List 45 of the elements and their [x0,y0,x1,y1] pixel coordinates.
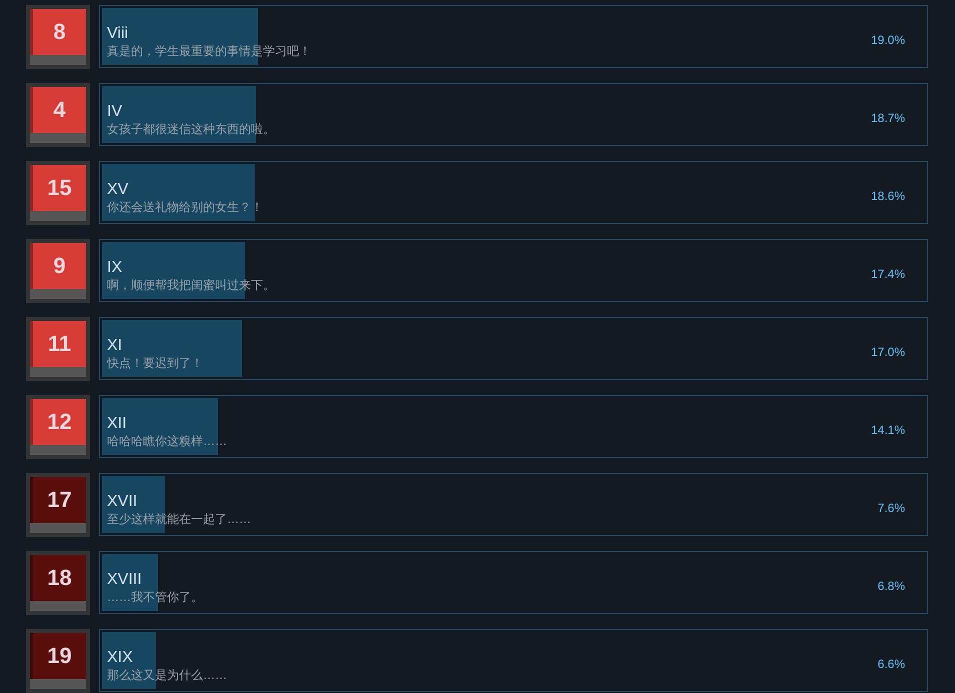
achievement-description: 至少这样就能在一起了…… [107,512,252,527]
achievement-title: IV [107,102,124,122]
achievement-description: 女孩子都很迷信这种东西的啦。 [107,122,276,137]
unlock-percentage: 18.6% [870,188,905,205]
badge-stripe [30,367,86,377]
unlock-percentage: 18.7% [870,110,905,127]
achievement-title: XVII [107,492,138,512]
badge-stripe [30,55,86,65]
achievement-title: XI [107,336,124,356]
unlock-percentage: 17.4% [870,266,905,283]
badge-number: 8 [53,21,66,43]
badge-stripe [30,211,86,221]
achievement-title: XII [107,414,128,434]
achievement-title: XIX [107,648,134,668]
badge-stripe [30,601,86,611]
badge-number: 18 [47,567,72,589]
unlock-percentage: 6.8% [878,578,905,595]
unlock-percentage: 19.0% [870,32,905,49]
badge-number: 9 [53,255,66,277]
badge-number: 17 [47,489,72,511]
achievement-description: 快点！要迟到了！ [107,356,204,371]
achievement-description: ……我不管你了。 [107,590,204,605]
achievement-description: 啊，顺便帮我把闺蜜叫过来下。 [107,278,276,293]
badge-number: 15 [47,177,72,199]
badge-number: 12 [47,411,72,433]
achievement-description: 那么这又是为什么…… [107,668,228,683]
achievement-title: XV [107,180,130,200]
achievement-title: IX [107,258,124,278]
badge-stripe [30,679,86,689]
badge-number: 4 [53,99,66,121]
achievement-description: 真是的，学生最重要的事情是学习吧！ [107,44,312,59]
badge-stripe [30,289,86,299]
badge-stripe [30,523,86,533]
unlock-percentage: 17.0% [870,344,905,361]
unlock-percentage: 6.6% [878,656,905,673]
achievement-title: XVIII [107,570,143,590]
achievement-title: Viii [107,24,130,44]
badge-number: 11 [48,333,72,355]
badge-stripe [30,133,86,143]
unlock-percentage: 7.6% [878,500,905,517]
unlock-percentage: 14.1% [870,422,905,439]
badge-stripe [30,445,86,455]
achievement-description: 你还会送礼物给别的女生？！ [107,200,264,215]
achievement-description: 哈哈哈瞧你这糗样…… [107,434,228,449]
badge-number: 19 [47,645,72,667]
